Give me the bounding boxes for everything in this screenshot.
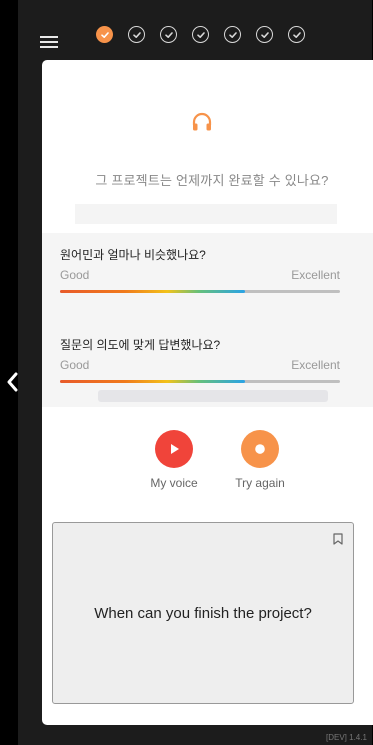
transcript-placeholder	[75, 204, 337, 224]
rating-min-label: Good	[60, 358, 90, 372]
rating-scale: Good Excellent	[60, 268, 340, 282]
progress-step-3[interactable]	[160, 26, 177, 43]
menu-icon[interactable]	[40, 36, 58, 48]
progress-step-1[interactable]	[96, 26, 113, 43]
chevron-left-icon[interactable]	[6, 372, 20, 392]
playback-controls: My voice Try again	[42, 430, 373, 510]
answer-box: When can you finish the project?	[52, 522, 354, 704]
question-text: 그 프로젝트는 언제까지 완료할 수 있나요?	[95, 173, 329, 188]
progress-step-7[interactable]	[288, 26, 305, 43]
faded-text-strip	[98, 390, 328, 402]
my-voice-label: My voice	[150, 476, 198, 490]
headphone-icon[interactable]	[190, 110, 214, 134]
rating-min-label: Good	[60, 268, 90, 282]
app-screen: 그 프로젝트는 언제까지 완료할 수 있나요? 원어민과 얼마나 비슷했나요? …	[7, 0, 373, 745]
rating-max-label: Excellent	[291, 358, 340, 372]
bookmark-icon[interactable]	[333, 533, 343, 545]
try-again-label: Try again	[235, 476, 285, 490]
rating-slider[interactable]	[60, 290, 340, 293]
my-voice-button[interactable]: My voice	[134, 430, 214, 490]
progress-step-6[interactable]	[256, 26, 273, 43]
record-icon	[255, 444, 265, 454]
check-icon	[132, 31, 141, 38]
version-label: [DEV] 1.4.1	[326, 733, 367, 742]
question-card: 그 프로젝트는 언제까지 완료할 수 있나요? 원어민과 얼마나 비슷했나요? …	[42, 60, 373, 725]
progress-step-2[interactable]	[128, 26, 145, 43]
check-icon	[228, 31, 237, 38]
rating-max-label: Excellent	[291, 268, 340, 282]
rating-intent: 질문의 의도에 맞게 답변했나요? Good Excellent	[60, 336, 340, 383]
progress-steps	[96, 26, 305, 44]
rating-similarity: 원어민과 얼마나 비슷했나요? Good Excellent	[60, 246, 340, 293]
rating-title: 질문의 의도에 맞게 답변했나요?	[60, 338, 221, 352]
check-icon	[164, 31, 173, 38]
record-button[interactable]	[241, 430, 279, 468]
top-bar	[18, 0, 372, 60]
play-button[interactable]	[155, 430, 193, 468]
rating-scale: Good Excellent	[60, 358, 340, 372]
rating-title: 원어민과 얼마나 비슷했나요?	[60, 248, 206, 262]
check-icon	[196, 31, 205, 38]
play-icon	[171, 444, 179, 454]
rating-slider[interactable]	[60, 380, 340, 383]
check-icon	[100, 31, 109, 38]
try-again-button[interactable]: Try again	[220, 430, 300, 490]
rating-slider-fill	[60, 290, 245, 293]
check-icon	[292, 31, 301, 38]
answer-text: When can you finish the project?	[94, 605, 312, 622]
check-icon	[260, 31, 269, 38]
progress-step-4[interactable]	[192, 26, 209, 43]
rating-slider-fill	[60, 380, 245, 383]
progress-step-5[interactable]	[224, 26, 241, 43]
